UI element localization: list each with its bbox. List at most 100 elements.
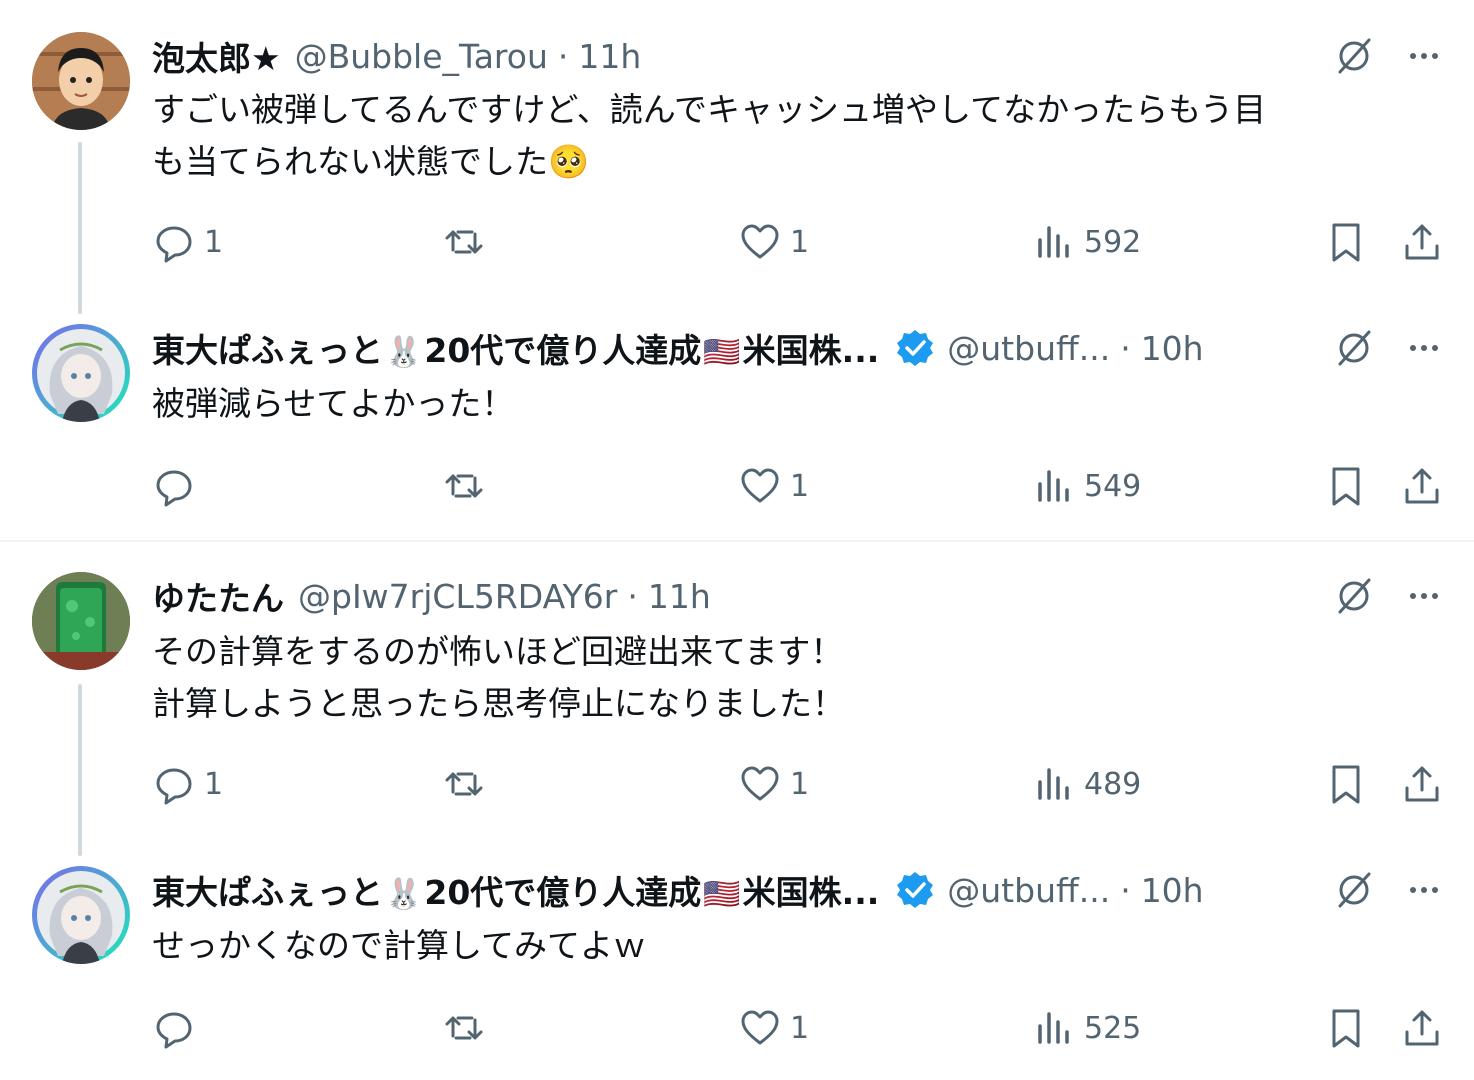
reply-icon <box>156 768 192 805</box>
display-name[interactable]: ゆたたん <box>152 572 284 620</box>
display-name[interactable]: 東大ぱふぇっと🐰20代で億り人達成🇺🇸米国株... <box>152 866 879 914</box>
like-count: 1 <box>790 224 810 260</box>
rabbit-emoji: 🐰 <box>385 877 423 912</box>
like-button[interactable]: 1 <box>738 220 809 264</box>
share-icon <box>1405 766 1439 802</box>
tweet-header: ゆたたん @pIw7rjCL5RDAY6r · 11h <box>152 572 711 620</box>
grok-icon[interactable] <box>1332 326 1376 370</box>
like-count: 1 <box>790 1010 810 1046</box>
separator-dot: · <box>1120 870 1131 910</box>
more-icon[interactable] <box>1402 574 1446 618</box>
repost-icon <box>445 230 483 254</box>
bookmark-icon <box>1332 765 1360 804</box>
timestamp[interactable]: 10h <box>1141 329 1204 368</box>
avatar[interactable] <box>32 866 130 964</box>
repost-icon <box>445 772 483 796</box>
bookmark-icon <box>1332 223 1360 262</box>
display-name-part: 東大ぱふぇっと <box>152 873 383 912</box>
bookmark-button[interactable] <box>1324 1006 1368 1050</box>
bookmark-icon <box>1332 467 1360 506</box>
repost-button[interactable] <box>442 762 486 806</box>
repost-button[interactable] <box>442 220 486 264</box>
bookmark-button[interactable] <box>1324 220 1368 264</box>
tweet-text: その計算をするのが怖いほど回避出来てます！ 計算しようと思ったら思考停止になりま… <box>152 632 845 723</box>
grok-icon[interactable] <box>1332 574 1376 618</box>
verified-badge-icon[interactable] <box>895 328 935 368</box>
reply-button[interactable] <box>152 464 204 508</box>
more-icon[interactable] <box>1402 868 1446 912</box>
timestamp[interactable]: 11h <box>578 37 641 76</box>
repost-button[interactable] <box>442 464 486 508</box>
reply-count: 1 <box>204 224 224 260</box>
bookmark-button[interactable] <box>1324 762 1368 806</box>
display-name-part: 米国株... <box>742 331 880 370</box>
timestamp[interactable]: 11h <box>648 577 711 616</box>
action-bar: 1 1 489 <box>152 762 1446 806</box>
grok-icon[interactable] <box>1332 34 1376 78</box>
us-flag-emoji: 🇺🇸 <box>703 877 741 912</box>
us-flag-emoji: 🇺🇸 <box>703 335 741 370</box>
user-handle[interactable]: @pIw7rjCL5RDAY6r <box>298 577 617 616</box>
tweet-text: せっかくなので計算してみてよｗ <box>152 926 647 965</box>
display-name[interactable]: 泡太郎★ <box>152 32 281 80</box>
avatar[interactable] <box>32 324 130 422</box>
avatar-image <box>32 572 130 670</box>
tweet-text: 被弾減らせてよかった！ <box>152 384 515 423</box>
share-button[interactable] <box>1400 762 1444 806</box>
tweet[interactable]: 東大ぱふぇっと🐰20代で億り人達成🇺🇸米国株... @utbuff... · 1… <box>0 300 1474 540</box>
views-count: 525 <box>1084 1010 1142 1046</box>
reply-icon <box>156 470 192 507</box>
bookmark-button[interactable] <box>1324 464 1368 508</box>
share-icon <box>1405 468 1439 504</box>
repost-button[interactable] <box>442 1006 486 1050</box>
reply-button[interactable]: 1 <box>152 762 223 806</box>
tweet[interactable]: ゆたたん @pIw7rjCL5RDAY6r · 11h その計算をするのが怖いほ… <box>0 542 1474 842</box>
like-icon <box>741 224 779 259</box>
more-icon[interactable] <box>1402 326 1446 370</box>
like-button[interactable]: 1 <box>738 464 809 508</box>
avatar[interactable] <box>32 572 130 670</box>
avatar-image <box>32 32 130 130</box>
user-handle[interactable]: @Bubble_Tarou <box>295 37 548 76</box>
verified-badge-icon[interactable] <box>895 870 935 910</box>
like-icon <box>741 766 779 801</box>
like-button[interactable]: 1 <box>738 1006 809 1050</box>
views-button[interactable]: 489 <box>1032 762 1141 806</box>
like-count: 1 <box>790 468 810 504</box>
bookmark-icon <box>1332 1009 1360 1048</box>
like-icon <box>741 1010 779 1045</box>
display-name[interactable]: 東大ぱふぇっと🐰20代で億り人達成🇺🇸米国株... <box>152 324 879 372</box>
views-button[interactable]: 549 <box>1032 464 1141 508</box>
like-icon <box>741 468 779 503</box>
share-icon <box>1405 1010 1439 1046</box>
tweet[interactable]: 泡太郎★ @Bubble_Tarou · 11h すごい被弾してるんですけど、読… <box>0 0 1474 300</box>
action-bar: 1 1 592 <box>152 220 1446 264</box>
user-handle[interactable]: @utbuff... <box>947 871 1110 910</box>
display-name-part: 東大ぱふぇっと <box>152 331 383 370</box>
timestamp[interactable]: 10h <box>1141 871 1204 910</box>
reply-icon <box>156 1012 192 1049</box>
reply-button[interactable] <box>152 1006 204 1050</box>
user-handle[interactable]: @utbuff... <box>947 329 1110 368</box>
like-count: 1 <box>790 766 810 802</box>
separator-dot: · <box>627 576 638 616</box>
tweet-header: 東大ぱふぇっと🐰20代で億り人達成🇺🇸米国株... @utbuff... · 1… <box>152 866 1204 914</box>
reply-icon <box>156 226 192 263</box>
display-name-part: 米国株... <box>742 873 880 912</box>
like-button[interactable]: 1 <box>738 762 809 806</box>
avatar[interactable] <box>32 32 130 130</box>
share-button[interactable] <box>1400 1006 1444 1050</box>
more-icon[interactable] <box>1402 34 1446 78</box>
reply-button[interactable]: 1 <box>152 220 223 264</box>
separator-dot: · <box>1120 328 1131 368</box>
grok-icon[interactable] <box>1332 868 1376 912</box>
views-icon <box>1038 226 1069 258</box>
tweet[interactable]: 東大ぱふぇっと🐰20代で億り人達成🇺🇸米国株... @utbuff... · 1… <box>0 842 1474 1080</box>
tweet-header: 泡太郎★ @Bubble_Tarou · 11h <box>152 32 641 80</box>
action-bar: 1 525 <box>152 1006 1446 1050</box>
views-button[interactable]: 592 <box>1032 220 1141 264</box>
views-count: 592 <box>1084 224 1142 260</box>
share-button[interactable] <box>1400 464 1444 508</box>
share-button[interactable] <box>1400 220 1444 264</box>
views-button[interactable]: 525 <box>1032 1006 1141 1050</box>
